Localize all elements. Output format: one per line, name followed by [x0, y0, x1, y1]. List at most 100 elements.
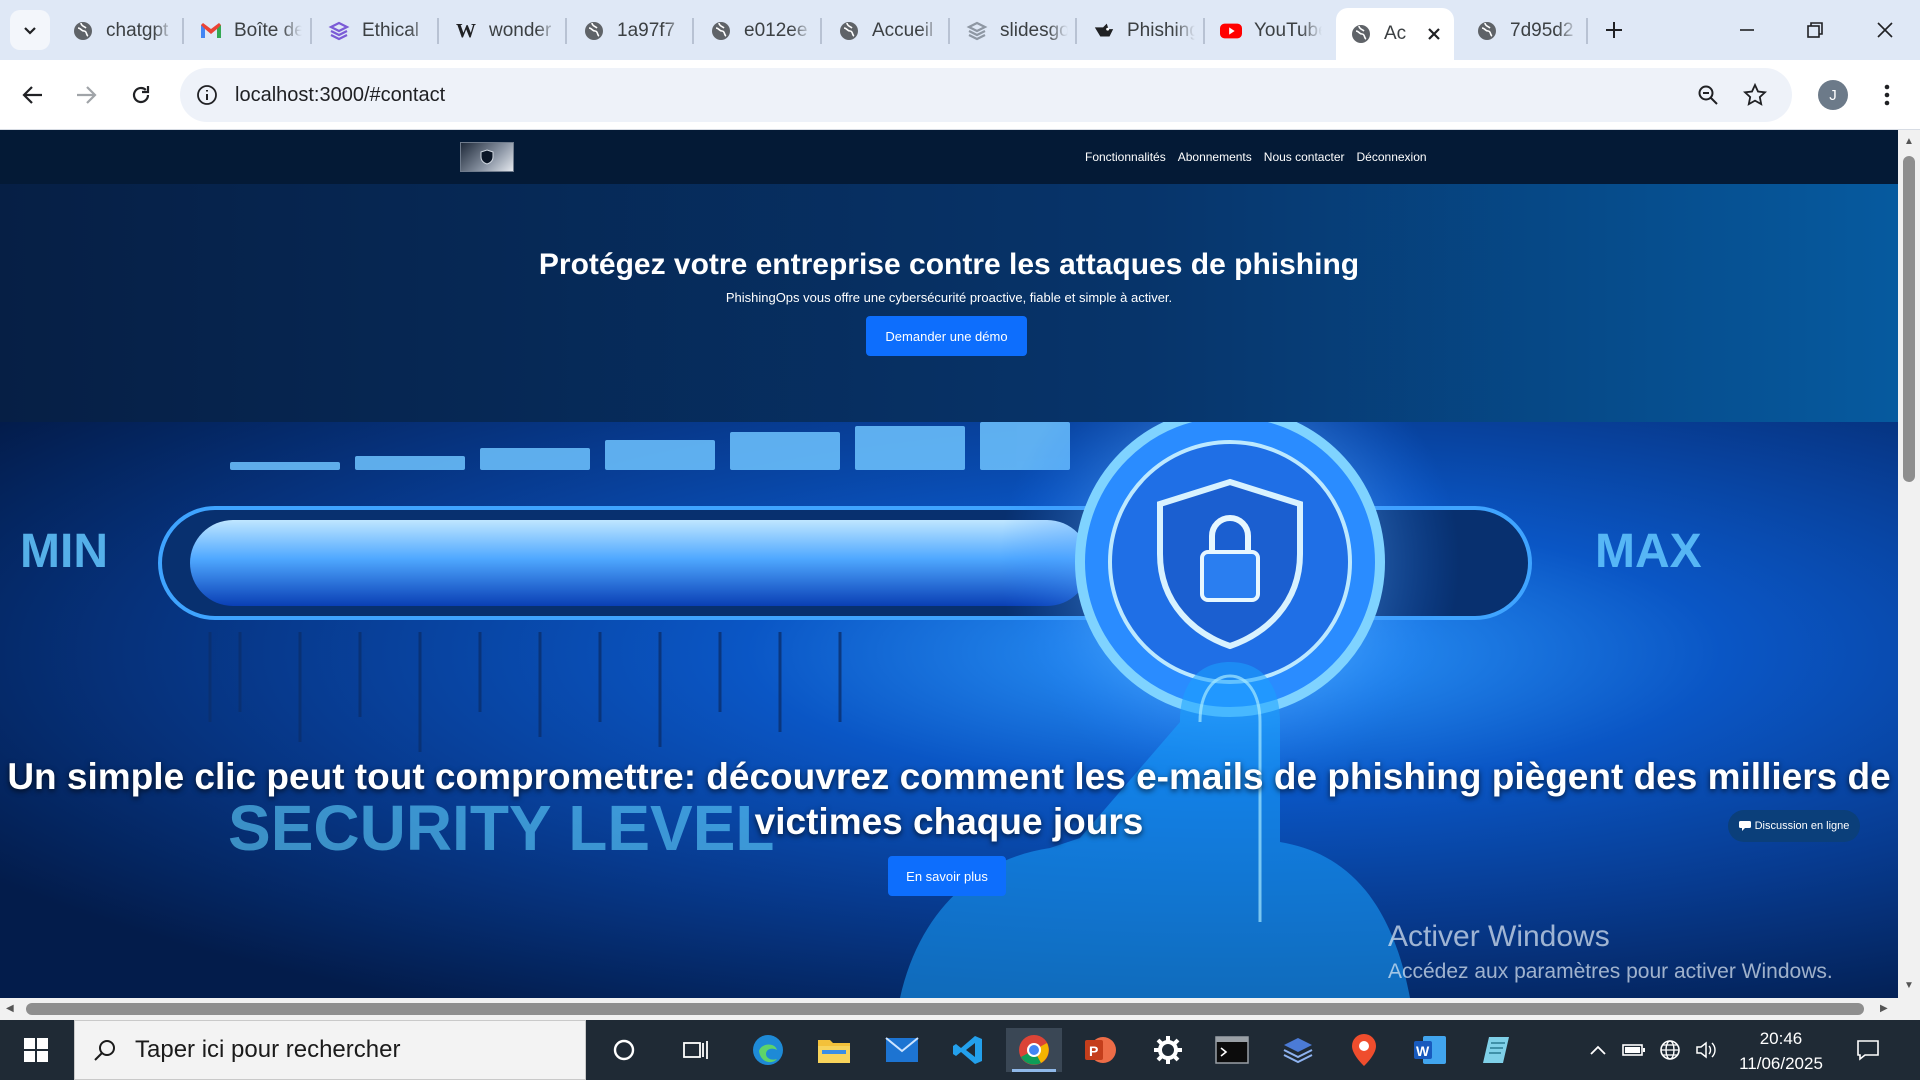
tab-separator [692, 18, 694, 44]
nav-link-features[interactable]: Fonctionnalités [1085, 150, 1166, 164]
hero-section: Protégez votre entreprise contre les att… [0, 184, 1898, 422]
taskbar-file-explorer[interactable] [806, 1028, 862, 1072]
scrollbar-corner [1898, 998, 1920, 1020]
mail-icon [885, 1037, 919, 1062]
w-icon: W [456, 19, 476, 42]
taskbar-search-box[interactable]: Taper ici pour rechercher [74, 1020, 586, 1080]
nav-link-subscriptions[interactable]: Abonnements [1178, 150, 1252, 164]
taskbar-search-placeholder: Taper ici pour rechercher [135, 1036, 401, 1063]
stack-icon [328, 20, 350, 42]
battery-icon[interactable] [1622, 1038, 1646, 1062]
tray-overflow-icon[interactable] [1586, 1038, 1610, 1062]
plus-icon [1606, 22, 1622, 38]
nav-link-contact[interactable]: Nous contacter [1264, 150, 1345, 164]
tab-active[interactable]: Ac [1336, 8, 1454, 60]
tab-title: Ethical [362, 20, 420, 41]
taskbar-chrome[interactable] [1006, 1028, 1062, 1072]
vertical-scrollbar[interactable]: ▲ ▼ [1898, 130, 1920, 998]
notifications-icon[interactable] [1856, 1038, 1880, 1062]
minimize-button[interactable] [1720, 8, 1774, 52]
scroll-left-icon[interactable]: ◀ [6, 1003, 14, 1014]
nav-link-logout[interactable]: Déconnexion [1357, 150, 1427, 164]
taskbar-notes[interactable] [1468, 1028, 1524, 1072]
globe-icon [1350, 23, 1372, 45]
tab-wonder[interactable]: W wonder [455, 12, 557, 50]
max-label: MAX [1595, 525, 1702, 578]
scroll-down-icon[interactable]: ▼ [1904, 980, 1914, 991]
svg-text:P: P [1089, 1043, 1098, 1059]
site-info-icon[interactable] [192, 80, 222, 110]
tab-gmail[interactable]: Boîte de réception [200, 12, 302, 50]
tab-youtube[interactable]: YouTube [1220, 12, 1322, 50]
taskbar-clock[interactable]: 20:46 11/06/2025 [1726, 1026, 1836, 1076]
new-tab-button[interactable] [1586, 8, 1642, 52]
zoom-icon[interactable] [1693, 80, 1723, 110]
taskbar-edge[interactable] [740, 1028, 796, 1072]
tab-chatgpt[interactable]: chatgpt [72, 12, 174, 50]
restore-icon [1807, 22, 1823, 38]
taskbar-vscode[interactable] [940, 1028, 996, 1072]
hero-title: Protégez votre entreprise contre les att… [538, 248, 1360, 281]
activation-text: Accédez aux paramètres pour activer Wind… [1388, 960, 1833, 983]
horizontal-scroll-thumb[interactable] [26, 1003, 1864, 1015]
tab-phishing[interactable]: Phishing [1093, 12, 1195, 50]
tab-title: Phishing [1127, 20, 1195, 41]
demo-request-button[interactable]: Demander une démo [866, 316, 1027, 356]
restore-button[interactable] [1788, 8, 1842, 52]
folder-icon [818, 1040, 850, 1063]
scroll-right-icon[interactable]: ▶ [1880, 1003, 1888, 1014]
map-pin-icon [1352, 1034, 1376, 1066]
taskbar-terminal[interactable] [1204, 1028, 1260, 1072]
taskbar-settings[interactable] [1140, 1028, 1196, 1072]
vertical-scroll-thumb[interactable] [1903, 156, 1915, 482]
tab-ethical[interactable]: Ethical [328, 12, 430, 50]
tab-1a97f7[interactable]: 1a97f7 [583, 12, 685, 50]
tab-7d95d2[interactable]: 7d95d2 [1476, 12, 1578, 50]
word-icon: W [1414, 1036, 1446, 1064]
bookmark-star-icon[interactable] [1740, 80, 1770, 110]
close-icon [1877, 22, 1893, 38]
youtube-icon [1220, 20, 1242, 42]
tab-search-button[interactable] [10, 10, 50, 50]
more-vertical-icon [1884, 84, 1890, 106]
close-window-button[interactable] [1858, 8, 1912, 52]
security-level-illustration: MIN MAX SECURITY LEVEL [20, 422, 1702, 998]
forward-button[interactable] [65, 74, 107, 116]
taskbar-maps[interactable] [1336, 1028, 1392, 1072]
hero-subtitle: PhishingOps vous offre une cybersécurité… [725, 290, 1173, 305]
tab-e012ee[interactable]: e012ee [710, 12, 812, 50]
volume-icon[interactable] [1694, 1038, 1718, 1062]
close-tab-icon[interactable] [1426, 26, 1442, 42]
taskbar-mail[interactable] [874, 1028, 930, 1072]
browser-menu-button[interactable] [1866, 74, 1908, 116]
notes-icon [1483, 1037, 1509, 1063]
cortana-button[interactable] [596, 1028, 652, 1072]
address-bar[interactable]: localhost:3000/#contact [180, 68, 1792, 122]
learn-more-button[interactable]: En savoir plus [888, 856, 1006, 896]
live-chat-button[interactable]: Discussion en ligne [1728, 810, 1860, 842]
url-text[interactable]: localhost:3000/#contact [235, 68, 445, 122]
phishing-icon [1093, 20, 1115, 42]
min-label: MIN [20, 525, 108, 578]
gmail-icon [200, 20, 222, 42]
back-button[interactable] [12, 74, 54, 116]
tab-title: chatgpt [106, 20, 169, 41]
page-viewport: Fonctionnalités Abonnements Nous contact… [0, 130, 1898, 998]
start-button[interactable] [12, 1032, 60, 1068]
site-logo[interactable] [460, 142, 514, 172]
horizontal-scrollbar[interactable]: ◀ ▶ [0, 998, 1898, 1020]
tab-title: Ac [1384, 23, 1407, 44]
taskbar-powerpoint[interactable]: P [1072, 1028, 1128, 1072]
task-view-button[interactable] [668, 1028, 724, 1072]
network-globe-icon[interactable] [1658, 1038, 1682, 1062]
security-banner: MIN MAX SECURITY LEVEL Un simple clic pe… [0, 422, 1898, 998]
tab-separator [310, 18, 312, 44]
scroll-up-icon[interactable]: ▲ [1904, 136, 1914, 147]
taskbar-app-blue[interactable] [1270, 1028, 1326, 1072]
site-nav-links: Fonctionnalités Abonnements Nous contact… [1085, 130, 1427, 184]
profile-avatar[interactable]: J [1818, 80, 1848, 110]
taskbar-word[interactable]: W [1402, 1028, 1458, 1072]
tab-accueil[interactable]: Accueil [838, 12, 940, 50]
tab-slidesgo[interactable]: slidesgo [966, 12, 1068, 50]
reload-button[interactable] [120, 74, 162, 116]
